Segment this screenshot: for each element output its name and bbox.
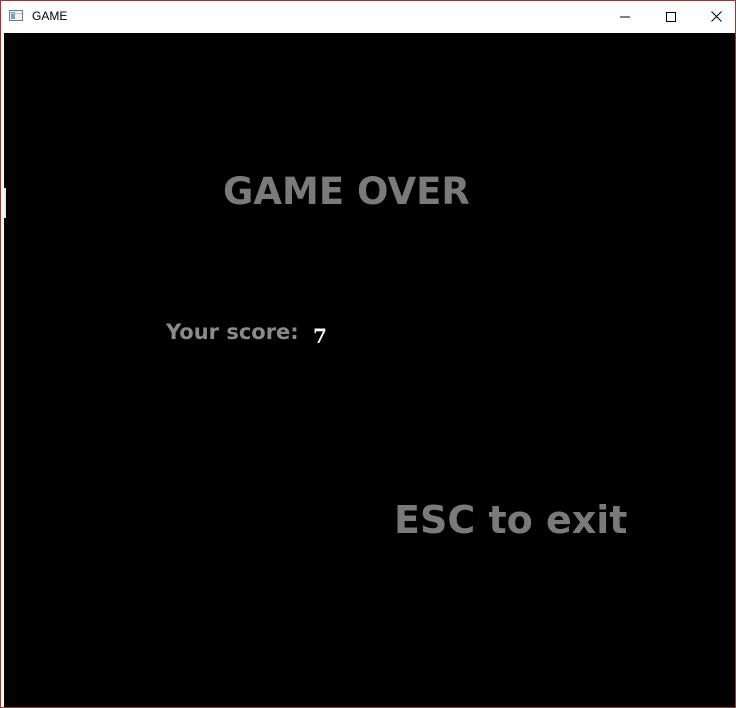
score-label: Your score:: [166, 320, 299, 344]
minimize-button[interactable]: [602, 1, 648, 32]
edge-highlight: [4, 188, 6, 218]
game-over-heading: GAME OVER: [223, 170, 470, 213]
exit-hint: ESC to exit: [394, 498, 628, 542]
game-window: GAME GAME OVER Your score: 7 ESC to exit: [0, 0, 736, 708]
minimize-icon: [620, 16, 630, 17]
title-bar[interactable]: GAME: [1, 1, 735, 32]
close-button[interactable]: [693, 1, 735, 32]
score-value: 7: [313, 324, 327, 348]
app-window-icon: [9, 10, 23, 21]
close-icon: [710, 11, 722, 22]
maximize-button[interactable]: [648, 1, 694, 32]
window-title: GAME: [32, 9, 68, 23]
maximize-icon: [666, 11, 676, 22]
game-screen: GAME OVER Your score: 7 ESC to exit: [4, 33, 735, 707]
